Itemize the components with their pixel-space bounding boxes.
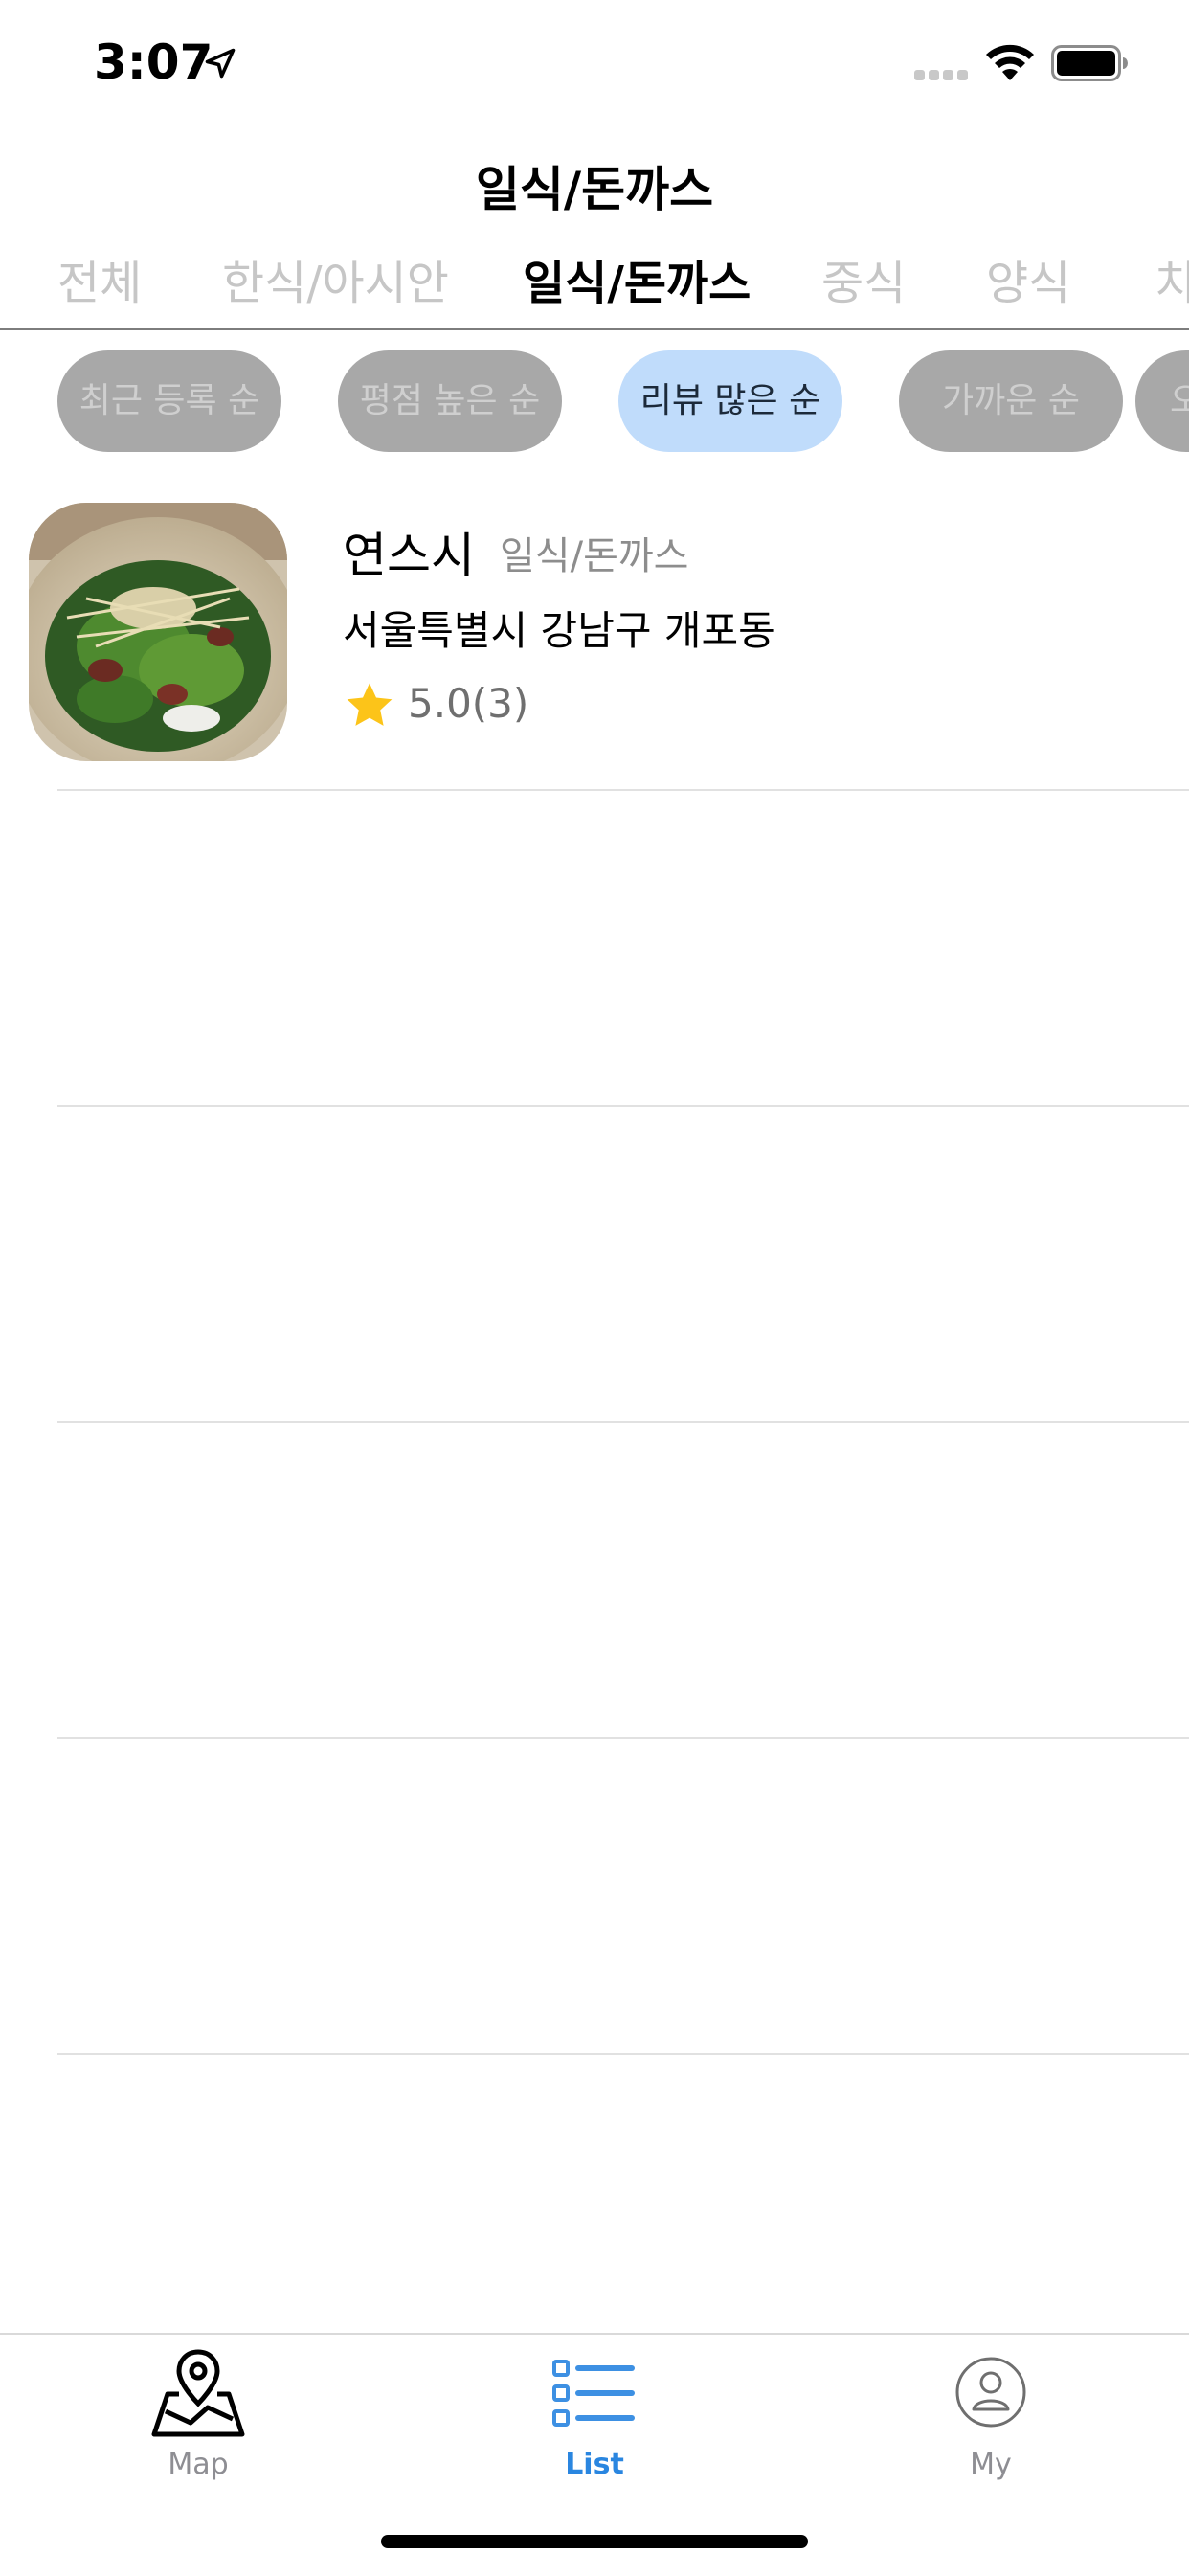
wifi-icon <box>986 44 1034 80</box>
battery-icon <box>1051 45 1128 81</box>
status-bar: 3:07 <box>0 0 1189 134</box>
status-time: 3:07 <box>94 34 213 90</box>
home-indicator <box>381 2535 808 2548</box>
list-item-empty <box>0 1107 1189 1423</box>
tab-korean-asian[interactable]: 한식/아시안 <box>222 245 449 312</box>
tab-bar-list[interactable]: List <box>396 2335 793 2488</box>
restaurant-category: 일식/돈까스 <box>500 534 689 578</box>
tab-japanese-tonkatsu[interactable]: 일식/돈까스 <box>523 245 751 312</box>
page-title: 일식/돈까스 <box>475 162 714 217</box>
list-item-empty <box>0 791 1189 1107</box>
star-icon <box>347 683 393 726</box>
tab-chicken[interactable]: 치 <box>1155 245 1189 312</box>
tab-label-map: Map <box>168 2448 229 2481</box>
cellular-signal-icon <box>914 70 970 81</box>
sort-chip-most-reviews[interactable]: 리뷰 많은 순 <box>618 350 842 452</box>
tab-label-list: List <box>565 2448 624 2481</box>
sort-chip-top-rated[interactable]: 평점 높은 순 <box>338 350 562 452</box>
user-circle-icon <box>955 2357 1026 2428</box>
tabs-divider <box>0 328 1189 330</box>
sort-chip-recent[interactable]: 최근 등록 순 <box>57 350 281 452</box>
restaurant-name: 연스시 <box>343 528 475 583</box>
tab-bar-my[interactable]: My <box>793 2335 1189 2488</box>
list-icon <box>552 2360 635 2427</box>
tab-bar-map[interactable]: Map <box>0 2335 396 2488</box>
sort-chips: 최근 등록 순 평점 높은 순 리뷰 많은 순 가까운 순 오 <box>0 350 1189 454</box>
restaurant-thumbnail <box>29 503 287 761</box>
sort-chip-more[interactable]: 오 <box>1135 350 1189 452</box>
map-pin-icon <box>151 2349 245 2437</box>
list-item[interactable]: 연스시 일식/돈까스 서울특별시 강남구 개포동 5.0(3) <box>0 479 1189 790</box>
tab-chinese[interactable]: 중식 <box>821 245 906 312</box>
tab-western[interactable]: 양식 <box>986 245 1070 312</box>
list-item-empty <box>0 1739 1189 2055</box>
row-divider <box>57 2053 1189 2055</box>
restaurant-address: 서울특별시 강남구 개포동 <box>343 607 775 654</box>
list-item-empty <box>0 1423 1189 1739</box>
sort-chip-nearest[interactable]: 가까운 순 <box>899 350 1123 452</box>
tab-label-my: My <box>970 2448 1012 2481</box>
restaurant-rating: 5.0(3) <box>408 680 529 727</box>
category-tabs: 전체 한식/아시안 일식/돈까스 중식 양식 치 <box>0 239 1189 328</box>
tab-all[interactable]: 전체 <box>57 245 142 312</box>
location-arrow-icon <box>205 48 236 79</box>
